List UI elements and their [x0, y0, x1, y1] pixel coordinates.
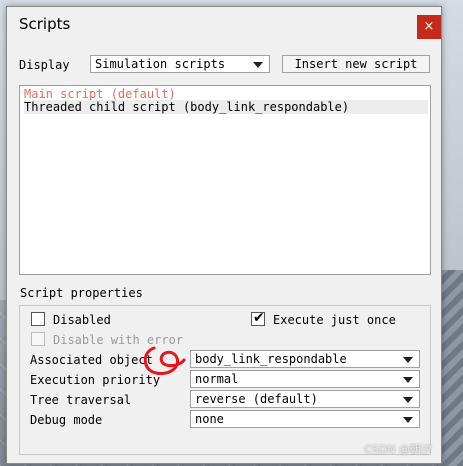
chevron-down-icon	[403, 377, 413, 383]
display-select[interactable]: Simulation scripts	[90, 55, 270, 73]
script-list[interactable]: Main script (default) Threaded child scr…	[19, 85, 431, 275]
chevron-down-icon	[403, 357, 413, 363]
associated-object-select[interactable]: body_link_respondable	[190, 350, 420, 368]
dialog-title: Scripts	[19, 15, 71, 33]
associated-object-label: Associated object	[30, 353, 153, 367]
watermark: CSDN @朝汐	[364, 443, 432, 456]
chevron-down-icon	[253, 62, 263, 68]
check-icon: ✔	[253, 310, 265, 326]
red-scribble-annotation	[143, 346, 186, 376]
associated-object-value: body_link_respondable	[195, 352, 347, 366]
disabled-checkbox[interactable]	[31, 312, 45, 326]
tree-traversal-select[interactable]: reverse (default)	[190, 390, 420, 408]
script-properties-title: Script properties	[20, 286, 143, 300]
list-item-threaded-child-script[interactable]: Threaded child script (body_link_respond…	[24, 100, 428, 114]
debug-mode-label: Debug mode	[30, 413, 103, 427]
display-label: Display	[19, 58, 70, 72]
chevron-down-icon	[403, 417, 413, 423]
debug-mode-value: none	[195, 412, 224, 426]
execution-priority-select[interactable]: normal	[190, 370, 420, 388]
insert-new-script-button[interactable]: Insert new script	[282, 55, 430, 73]
execute-just-once-label: Execute just once	[273, 313, 396, 327]
execute-just-once-checkbox[interactable]: ✔	[251, 310, 265, 326]
tree-traversal-label: Tree traversal	[30, 393, 132, 407]
chevron-down-icon	[403, 397, 413, 403]
close-button[interactable]: ×	[417, 15, 441, 39]
display-select-value: Simulation scripts	[95, 57, 226, 71]
debug-mode-select[interactable]: none	[190, 410, 420, 428]
close-icon: ×	[423, 19, 435, 34]
scene-object	[440, 270, 463, 466]
disable-with-error-checkbox	[31, 332, 45, 346]
execution-priority-value: normal	[195, 372, 239, 386]
tree-traversal-value: reverse (default)	[195, 392, 318, 406]
disabled-label: Disabled	[53, 313, 111, 327]
list-item-main-script[interactable]: Main script (default)	[24, 87, 428, 101]
